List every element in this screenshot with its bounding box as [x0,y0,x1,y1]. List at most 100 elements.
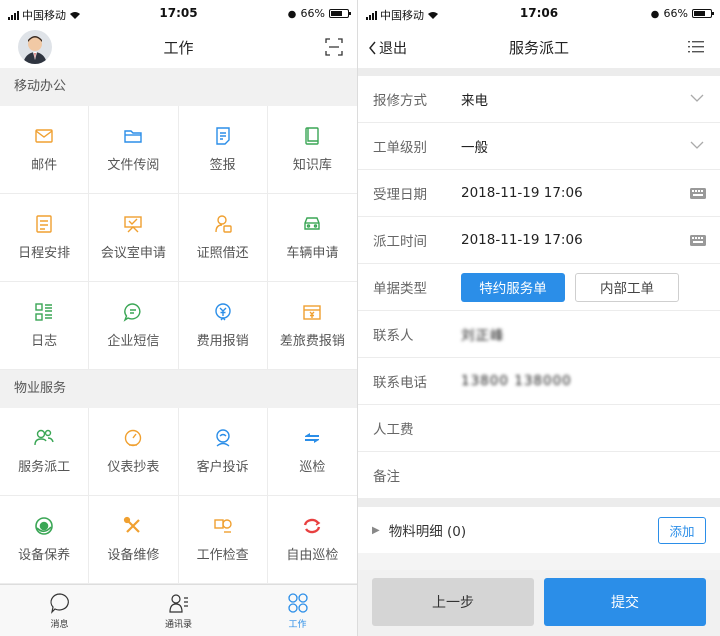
contacts-icon [168,593,188,613]
doc-type-option-special[interactable]: 特约服务单 [461,272,565,302]
phone-value: 13800 138000 [461,373,572,389]
avatar[interactable] [18,30,52,64]
tab-contacts[interactable]: 通讯录 [119,585,238,636]
chat-icon [49,592,69,614]
service-dispatch-screen: 中国移动 17:06 66% 退出 服务派工 报修方式 来电 工单级别 一般 受… [358,0,720,636]
field-label: 联系人 [373,328,414,344]
app-equipment-repair[interactable]: 设备维修 [89,496,179,584]
app-label: 设备维修 [107,548,160,563]
app-work-inspection[interactable]: 工作检查 [178,496,268,584]
app-label: 日程安排 [18,246,71,261]
status-bar: 中国移动 17:05 66% [0,0,357,26]
spacer [358,499,720,507]
repair-method-select[interactable]: 报修方式 来电 [358,76,720,123]
app-sign-report[interactable]: 签报 [178,106,268,194]
tab-work[interactable]: 工作 [238,585,357,636]
expense-icon [214,303,231,321]
app-file-circulation[interactable]: 文件传阅 [89,106,179,194]
app-label: 知识库 [292,158,332,173]
order-level-select[interactable]: 工单级别 一般 [358,123,720,170]
repair-icon [124,516,141,533]
meeting-icon [124,216,143,233]
field-label: 工单级别 [373,140,427,156]
field-label: 报修方式 [373,93,427,109]
field-label: 备注 [373,469,400,485]
section-title-office: 移动办公 [0,68,357,106]
app-vehicle[interactable]: 车辆申请 [267,194,357,282]
app-knowledge-base[interactable]: 知识库 [267,106,357,194]
app-meeting-room[interactable]: 会议室申请 [89,194,179,282]
app-log[interactable]: 日志 [0,282,90,370]
meter-icon [125,429,142,447]
doc-type-option-internal[interactable]: 内部工单 [575,272,679,302]
app-label: 会议室申请 [100,246,166,261]
contact-field[interactable]: 联系人 刘正峰 [358,311,720,358]
complaint-icon [215,429,230,447]
back-button[interactable]: 退出 [368,38,407,58]
chevron-down-icon [690,94,704,102]
app-label: 文件传阅 [107,158,160,173]
alarm-icon [650,10,659,18]
accept-date-field[interactable]: 受理日期 2018-11-19 17:06 [358,170,720,217]
tab-bar: 消息 通讯录 工作 [0,584,357,636]
keyboard-icon[interactable] [690,188,706,199]
materials-section[interactable]: ▶ 物料明细 (0) 添加 [358,507,720,553]
contact-value: 刘正峰 [461,328,505,344]
battery-icon [329,9,351,18]
scan-icon[interactable] [325,38,343,56]
field-label: 人工费 [373,422,414,438]
doc-type-field: 单据类型 特约服务单 内部工单 [358,264,720,311]
chevron-down-icon [690,141,704,149]
labor-cost-field[interactable]: 人工费 [358,405,720,452]
field-value: 2018-11-19 17:06 [461,232,583,248]
app-expense[interactable]: 费用报销 [178,282,268,370]
battery-icon [692,9,714,18]
app-equipment-maintenance[interactable]: 设备保养 [0,496,90,584]
app-service-dispatch[interactable]: 服务派工 [0,408,90,496]
app-complaint[interactable]: 客户投诉 [178,408,268,496]
app-patrol[interactable]: 巡检 [267,408,357,496]
page-title: 服务派工 [508,38,569,57]
mail-icon [35,129,53,143]
field-label: 派工时间 [373,234,427,250]
app-sms[interactable]: 企业短信 [89,282,179,370]
status-bar: 中国移动 17:06 66% [358,0,720,26]
phone-field[interactable]: 联系电话 13800 138000 [358,358,720,405]
remark-field[interactable]: 备注 [358,452,720,499]
work-header: 工作 [0,26,357,68]
bottom-actions: 上一步 提交 [358,570,720,636]
keyboard-icon[interactable] [690,235,706,246]
tab-label: 通讯录 [164,619,192,630]
chevron-left-icon [369,41,376,55]
app-travel-expense[interactable]: 差旅费报销 [267,282,357,370]
expand-triangle-icon: ▶ [372,524,380,536]
status-right: 66% [650,7,714,20]
app-free-patrol[interactable]: 自由巡检 [267,496,357,584]
folder-icon [124,130,143,143]
office-grid: 邮件 文件传阅 签报 知识库 日程安排 会议室申请 证照借还 车辆申请 日志 企… [0,106,357,370]
arrows-icon [305,433,320,443]
battery-percent: 66% [663,7,688,20]
materials-label: 物料明细 (0) [388,524,467,540]
work-icon [287,592,308,613]
submit-button[interactable]: 提交 [544,578,706,626]
app-label: 客户投诉 [196,460,249,475]
prev-step-button[interactable]: 上一步 [372,578,534,626]
tab-messages[interactable]: 消息 [0,585,119,636]
alarm-icon [287,10,296,18]
app-schedule[interactable]: 日程安排 [0,194,90,282]
travel-expense-icon [303,305,322,320]
app-mail[interactable]: 邮件 [0,106,90,194]
menu-icon[interactable] [688,40,704,54]
license-icon [214,215,232,233]
car-icon [304,217,321,230]
work-screen: 中国移动 17:05 66% 工作 移动办公 邮件 文件传阅 签报 知识库 日程… [0,0,357,636]
field-value: 一般 [461,140,488,156]
app-license-borrow[interactable]: 证照借还 [178,194,268,282]
app-label: 设备保养 [18,548,71,563]
add-material-button[interactable]: 添加 [658,517,706,544]
app-label: 邮件 [31,158,58,173]
dispatch-time-field[interactable]: 派工时间 2018-11-19 17:06 [358,217,720,264]
app-meter-reading[interactable]: 仪表抄表 [89,408,179,496]
log-icon [35,303,53,321]
